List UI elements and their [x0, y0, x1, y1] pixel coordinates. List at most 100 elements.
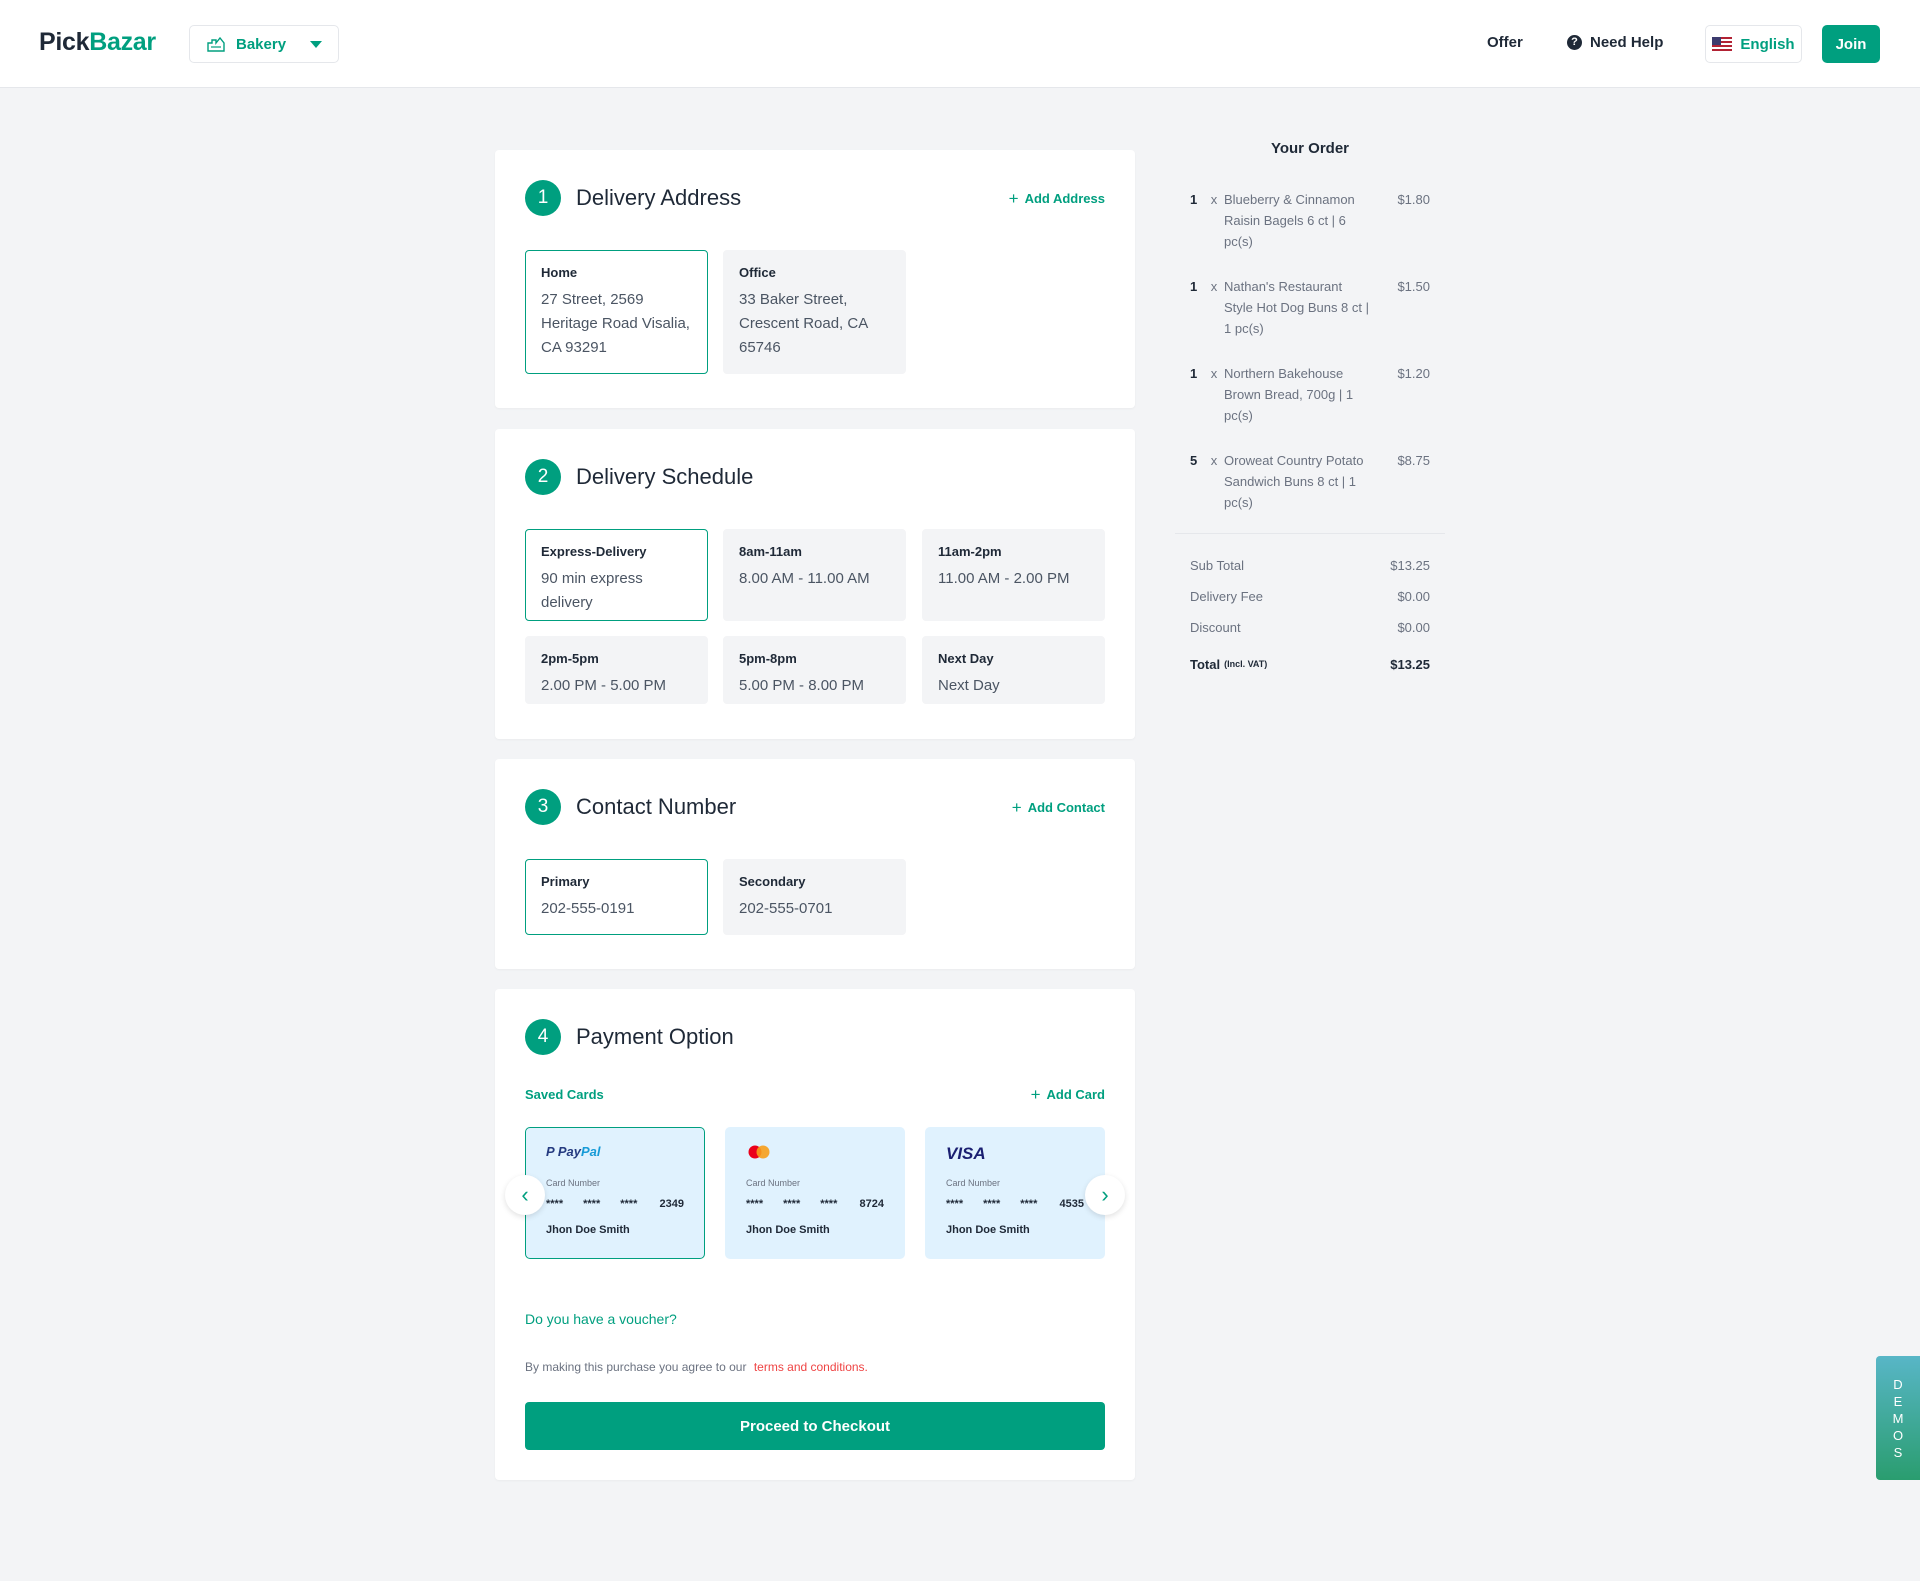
item-quantity: 1 [1190, 366, 1198, 381]
add-address-button[interactable]: + Add Address [1009, 190, 1105, 207]
item-name: Blueberry & Cinnamon Raisin Bagels 6 ct … [1224, 192, 1355, 249]
add-card-button[interactable]: + Add Card [1031, 1086, 1105, 1103]
order-item: 1 x Northern Bakehouse Brown Bread, 700g… [1175, 363, 1445, 426]
card-number: **** **** **** 8724 [746, 1198, 884, 1210]
schedule-text: 11.00 AM - 2.00 PM [938, 570, 1070, 587]
item-quantity: 1 [1190, 279, 1198, 294]
card-last-four: 8724 [859, 1198, 884, 1210]
help-icon: ? [1567, 35, 1582, 50]
schedule-text: Next Day [938, 677, 1000, 694]
site-header: PickBazar Bakery Offer ? Need Help Engli… [0, 0, 1920, 88]
schedule-option-2pm-5pm[interactable]: 2pm-5pm 2.00 PM - 5.00 PM [525, 636, 708, 704]
add-contact-button[interactable]: + Add Contact [1012, 799, 1105, 816]
demos-letter: M [1892, 1410, 1904, 1426]
card-mask: **** [620, 1198, 638, 1210]
voucher-link[interactable]: Do you have a voucher? [525, 1311, 677, 1327]
language-label: English [1740, 35, 1795, 53]
delivery-fee-label: Delivery Fee [1190, 589, 1263, 604]
join-button[interactable]: Join [1822, 25, 1880, 63]
saved-card-paypal[interactable]: P PayPal Card Number **** **** **** 2349… [525, 1127, 705, 1259]
card-holder-name: Jhon Doe Smith [946, 1224, 1030, 1236]
plus-icon: + [1008, 189, 1019, 208]
schedule-option-express[interactable]: Express-Delivery 90 min express delivery [525, 529, 708, 621]
section-title: Delivery Schedule [576, 464, 754, 489]
logo[interactable]: PickBazar [39, 28, 156, 57]
card-mask: **** [746, 1198, 764, 1210]
step-number: 4 [525, 1019, 561, 1055]
card-mask: **** [783, 1198, 801, 1210]
address-option-home[interactable]: Home 27 Street, 2569 Heritage Road Visal… [525, 250, 708, 374]
schedule-text: 90 min express delivery [541, 570, 643, 611]
chevron-right-icon[interactable]: › [1085, 1175, 1125, 1215]
mastercard-icon [746, 1144, 884, 1164]
section-title: Contact Number [576, 794, 737, 819]
demos-letter: O [1892, 1427, 1904, 1443]
item-multiplier: x [1210, 279, 1218, 294]
proceed-to-checkout-button[interactable]: Proceed to Checkout [525, 1402, 1105, 1450]
item-price: $1.80 [1397, 192, 1430, 207]
schedule-option-5pm-8pm[interactable]: 5pm-8pm 5.00 PM - 8.00 PM [723, 636, 906, 704]
card-holder-name: Jhon Doe Smith [546, 1224, 630, 1236]
contact-option-primary[interactable]: Primary 202-555-0191 [525, 859, 708, 935]
nav-help-link[interactable]: ? Need Help [1567, 34, 1663, 51]
saved-card-visa[interactable]: VISA Card Number **** **** **** 4535 Jho… [925, 1127, 1105, 1259]
sub-total-label: Sub Total [1190, 558, 1244, 573]
delivery-address-header: 1 Delivery Address [525, 180, 741, 216]
total-label: Total [1190, 657, 1221, 672]
section-title: Delivery Address [576, 185, 742, 210]
contact-option-secondary[interactable]: Secondary 202-555-0701 [723, 859, 906, 935]
contact-title: Secondary [739, 874, 806, 889]
schedule-title: Express-Delivery [541, 544, 647, 559]
delivery-address-section: 1 Delivery Address + Add Address Home 27… [495, 150, 1135, 408]
order-item: 1 x Nathan's Restaurant Style Hot Dog Bu… [1175, 276, 1445, 339]
card-last-four: 4535 [1059, 1198, 1084, 1210]
schedule-title: 2pm-5pm [541, 651, 599, 666]
demos-tab[interactable]: D E M O S [1876, 1356, 1920, 1480]
item-multiplier: x [1210, 366, 1218, 381]
address-text: 33 Baker Street, Crescent Road, CA 65746 [739, 291, 868, 356]
address-title: Home [541, 265, 578, 280]
shop-type-label: Bakery [236, 35, 287, 53]
terms-link[interactable]: terms and conditions. [754, 1360, 868, 1374]
saved-card-mastercard[interactable]: Card Number **** **** **** 8724 Jhon Doe… [725, 1127, 905, 1259]
sub-total-value: $13.25 [1390, 558, 1430, 573]
section-title: Payment Option [576, 1024, 734, 1049]
discount-value: $0.00 [1397, 620, 1430, 635]
item-price: $1.50 [1397, 279, 1430, 294]
item-price: $1.20 [1397, 366, 1430, 381]
terms-prefix: By making this purchase you agree to our [525, 1360, 747, 1374]
schedule-option-next-day[interactable]: Next Day Next Day [922, 636, 1105, 704]
add-contact-label: Add Contact [1027, 800, 1105, 815]
card-mask: **** [820, 1198, 838, 1210]
card-mask: **** [1020, 1198, 1038, 1210]
delivery-schedule-section: 2 Delivery Schedule Express-Delivery 90 … [495, 429, 1135, 739]
total-row: Total (Incl. VAT) $13.25 [1175, 655, 1445, 674]
schedule-title: 11am-2pm [938, 544, 1002, 559]
chevron-down-icon [310, 41, 322, 48]
order-item: 5 x Oroweat Country Potato Sandwich Buns… [1175, 450, 1445, 513]
order-divider [1175, 533, 1445, 534]
schedule-text: 2.00 PM - 5.00 PM [541, 677, 667, 694]
shop-type-select[interactable]: Bakery [189, 25, 339, 63]
schedule-option-8am-11am[interactable]: 8am-11am 8.00 AM - 11.00 AM [723, 529, 906, 621]
address-text: 27 Street, 2569 Heritage Road Visalia, C… [541, 291, 690, 356]
item-price: $8.75 [1397, 453, 1430, 468]
item-name: Northern Bakehouse Brown Bread, 700g | 1… [1224, 366, 1354, 423]
order-summary: Your Order 1 x Blueberry & Cinnamon Rais… [1175, 140, 1445, 686]
saved-cards-label: Saved Cards [525, 1087, 604, 1102]
help-label: Need Help [1590, 34, 1664, 51]
logo-main-text: Pick [39, 28, 90, 56]
add-address-label: Add Address [1024, 191, 1105, 206]
language-select[interactable]: English [1705, 25, 1802, 63]
item-quantity: 5 [1190, 453, 1198, 468]
chevron-left-icon[interactable]: ‹ [505, 1175, 545, 1215]
nav-offer-link[interactable]: Offer [1487, 34, 1523, 51]
schedule-option-11am-2pm[interactable]: 11am-2pm 11.00 AM - 2.00 PM [922, 529, 1105, 621]
schedule-title: 5pm-8pm [739, 651, 797, 666]
card-number-label: Card Number [546, 1178, 601, 1188]
step-number: 3 [525, 789, 561, 825]
card-number: **** **** **** 4535 [946, 1198, 1084, 1210]
address-title: Office [739, 265, 776, 280]
add-card-label: Add Card [1046, 1087, 1106, 1102]
address-option-office[interactable]: Office 33 Baker Street, Crescent Road, C… [723, 250, 906, 374]
